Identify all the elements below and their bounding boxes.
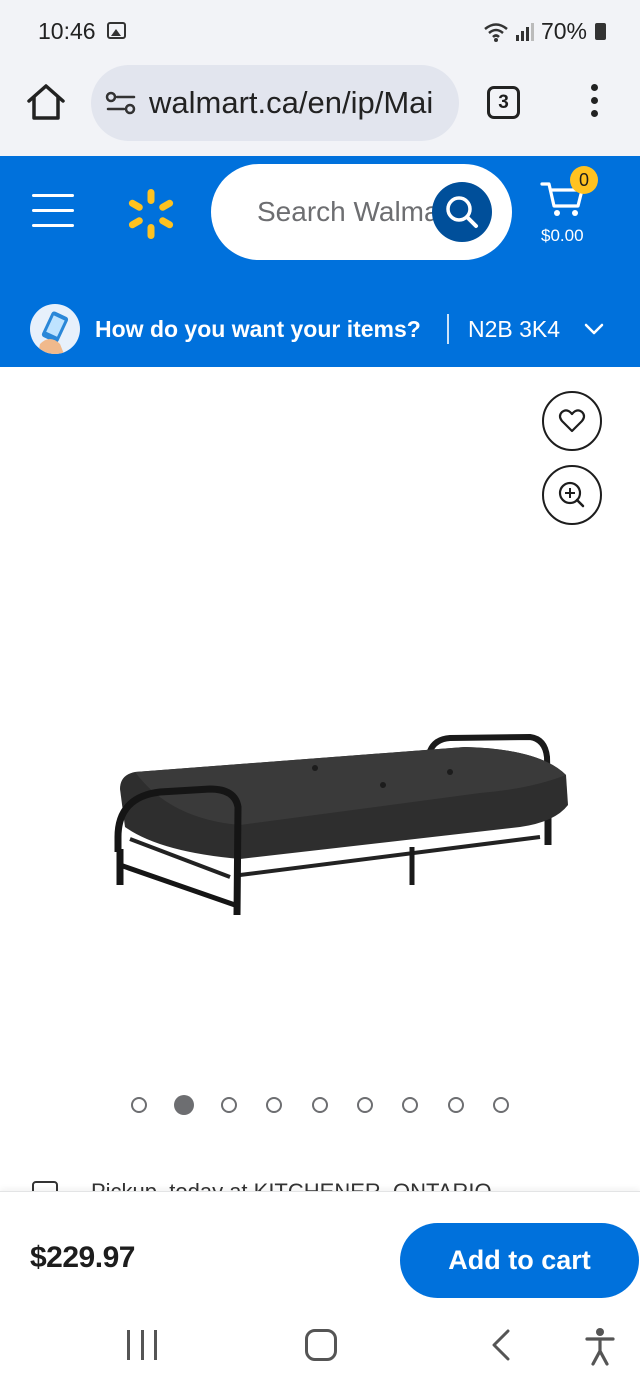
status-indicators: 70% xyxy=(483,18,606,45)
search-button[interactable] xyxy=(432,182,492,242)
site-header: 0 $0.00 How do you want your items? N2B … xyxy=(0,156,640,367)
car-icon xyxy=(32,1181,58,1191)
fulfillment-question: How do you want your items? xyxy=(95,316,421,342)
product-image-futon[interactable] xyxy=(100,727,570,937)
signal-icon xyxy=(515,22,534,41)
product-gallery[interactable] xyxy=(0,367,640,1137)
divider xyxy=(447,314,449,344)
cart-total: $0.00 xyxy=(541,226,584,245)
search-input[interactable] xyxy=(211,164,443,260)
url-text: walmart.ca/en/ip/Mai xyxy=(149,85,434,120)
home-icon[interactable] xyxy=(24,80,68,124)
carousel-dot[interactable] xyxy=(266,1097,282,1113)
favorite-button[interactable] xyxy=(542,391,602,451)
zoom-button[interactable] xyxy=(542,465,602,525)
battery-percent: 70% xyxy=(540,18,587,44)
fulfillment-selector[interactable]: How do you want your items? N2B 3K4 xyxy=(0,296,640,366)
wifi-icon xyxy=(484,22,508,42)
more-options-icon[interactable] xyxy=(587,84,601,124)
zoom-in-icon xyxy=(558,481,585,508)
home-nav-icon[interactable] xyxy=(305,1329,337,1361)
status-time: 10:46 xyxy=(38,18,96,44)
pickup-info: Pickup, today at KITCHENER, ONTARIO xyxy=(0,1177,640,1191)
browser-toolbar: walmart.ca/en/ip/Mai 3 xyxy=(0,62,640,156)
cart-count-badge: 0 xyxy=(570,166,598,194)
gallery-icon xyxy=(107,22,126,39)
menu-icon[interactable] xyxy=(32,194,74,228)
carousel-dot[interactable] xyxy=(357,1097,373,1113)
battery-icon xyxy=(595,23,606,40)
carousel-dot[interactable] xyxy=(402,1097,418,1113)
carousel-dot[interactable] xyxy=(131,1097,147,1113)
accessibility-icon[interactable] xyxy=(583,1326,617,1366)
carousel-dot[interactable] xyxy=(448,1097,464,1113)
carousel-dot-active[interactable] xyxy=(174,1095,194,1115)
sticky-purchase-bar: $229.97 Add to cart xyxy=(0,1191,640,1320)
carousel-dot[interactable] xyxy=(493,1097,509,1113)
heart-icon xyxy=(558,409,586,433)
url-bar[interactable]: walmart.ca/en/ip/Mai xyxy=(91,65,459,141)
chevron-down-icon xyxy=(584,323,604,335)
back-icon[interactable] xyxy=(488,1328,514,1362)
carousel-dot[interactable] xyxy=(312,1097,328,1113)
status-bar: 10:46 70% xyxy=(0,0,640,62)
system-nav-bar xyxy=(0,1320,640,1388)
site-settings-icon[interactable] xyxy=(105,89,137,117)
pickup-text: Pickup, today at KITCHENER, ONTARIO xyxy=(91,1179,492,1191)
carousel-dot[interactable] xyxy=(221,1097,237,1113)
cart-button[interactable]: 0 $0.00 xyxy=(538,166,602,246)
search-icon xyxy=(446,196,478,228)
walmart-spark-logo[interactable] xyxy=(123,186,179,242)
add-to-cart-button[interactable]: Add to cart xyxy=(400,1223,639,1298)
search-box xyxy=(211,164,512,260)
carousel-dots xyxy=(0,1094,640,1118)
product-price: $229.97 xyxy=(30,1241,135,1274)
postal-code: N2B 3K4 xyxy=(468,316,561,342)
recents-icon[interactable] xyxy=(127,1330,157,1360)
tab-switcher-button[interactable]: 3 xyxy=(487,86,520,119)
fulfillment-phone-icon xyxy=(30,304,80,354)
